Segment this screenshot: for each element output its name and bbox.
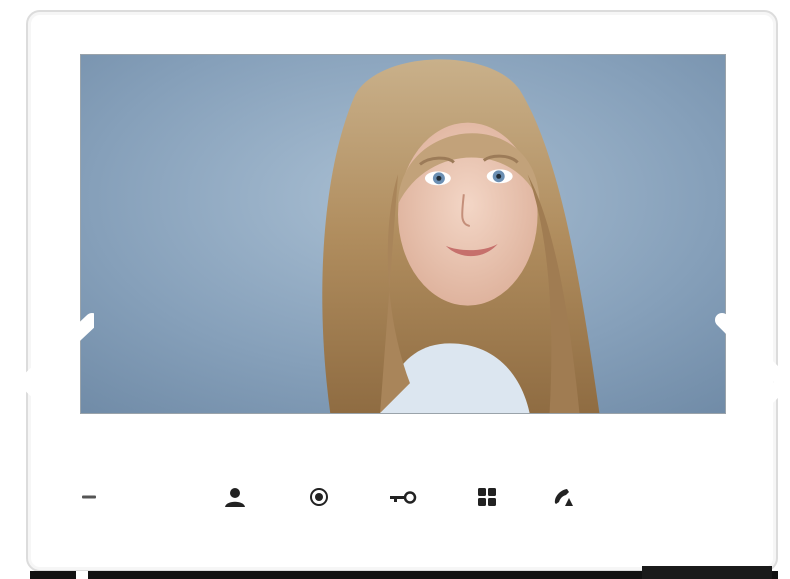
- record-circle-icon: [310, 488, 328, 506]
- control-button-row: [0, 480, 790, 520]
- monitor-screen: [80, 54, 726, 414]
- video-feed-image: [81, 55, 725, 413]
- key-icon: [390, 491, 417, 504]
- next-arrow-button[interactable]: [700, 302, 790, 462]
- standby-indicator: [72, 480, 106, 514]
- user-button[interactable]: [218, 480, 252, 514]
- unlock-button[interactable]: [386, 480, 420, 514]
- handset-icon: [554, 489, 573, 506]
- base-bracket: [642, 566, 772, 579]
- user-icon: [225, 488, 245, 507]
- chevron-right-icon: [715, 313, 790, 451]
- chevron-left-icon: [19, 313, 99, 451]
- grid-icon: [478, 488, 496, 506]
- image-viewer: [0, 0, 790, 579]
- call-button[interactable]: [546, 480, 580, 514]
- base-notch: [76, 571, 88, 579]
- monitor-button[interactable]: [302, 480, 336, 514]
- previous-arrow-button[interactable]: [4, 302, 99, 462]
- dash-icon: [82, 495, 96, 499]
- menu-button[interactable]: [470, 480, 504, 514]
